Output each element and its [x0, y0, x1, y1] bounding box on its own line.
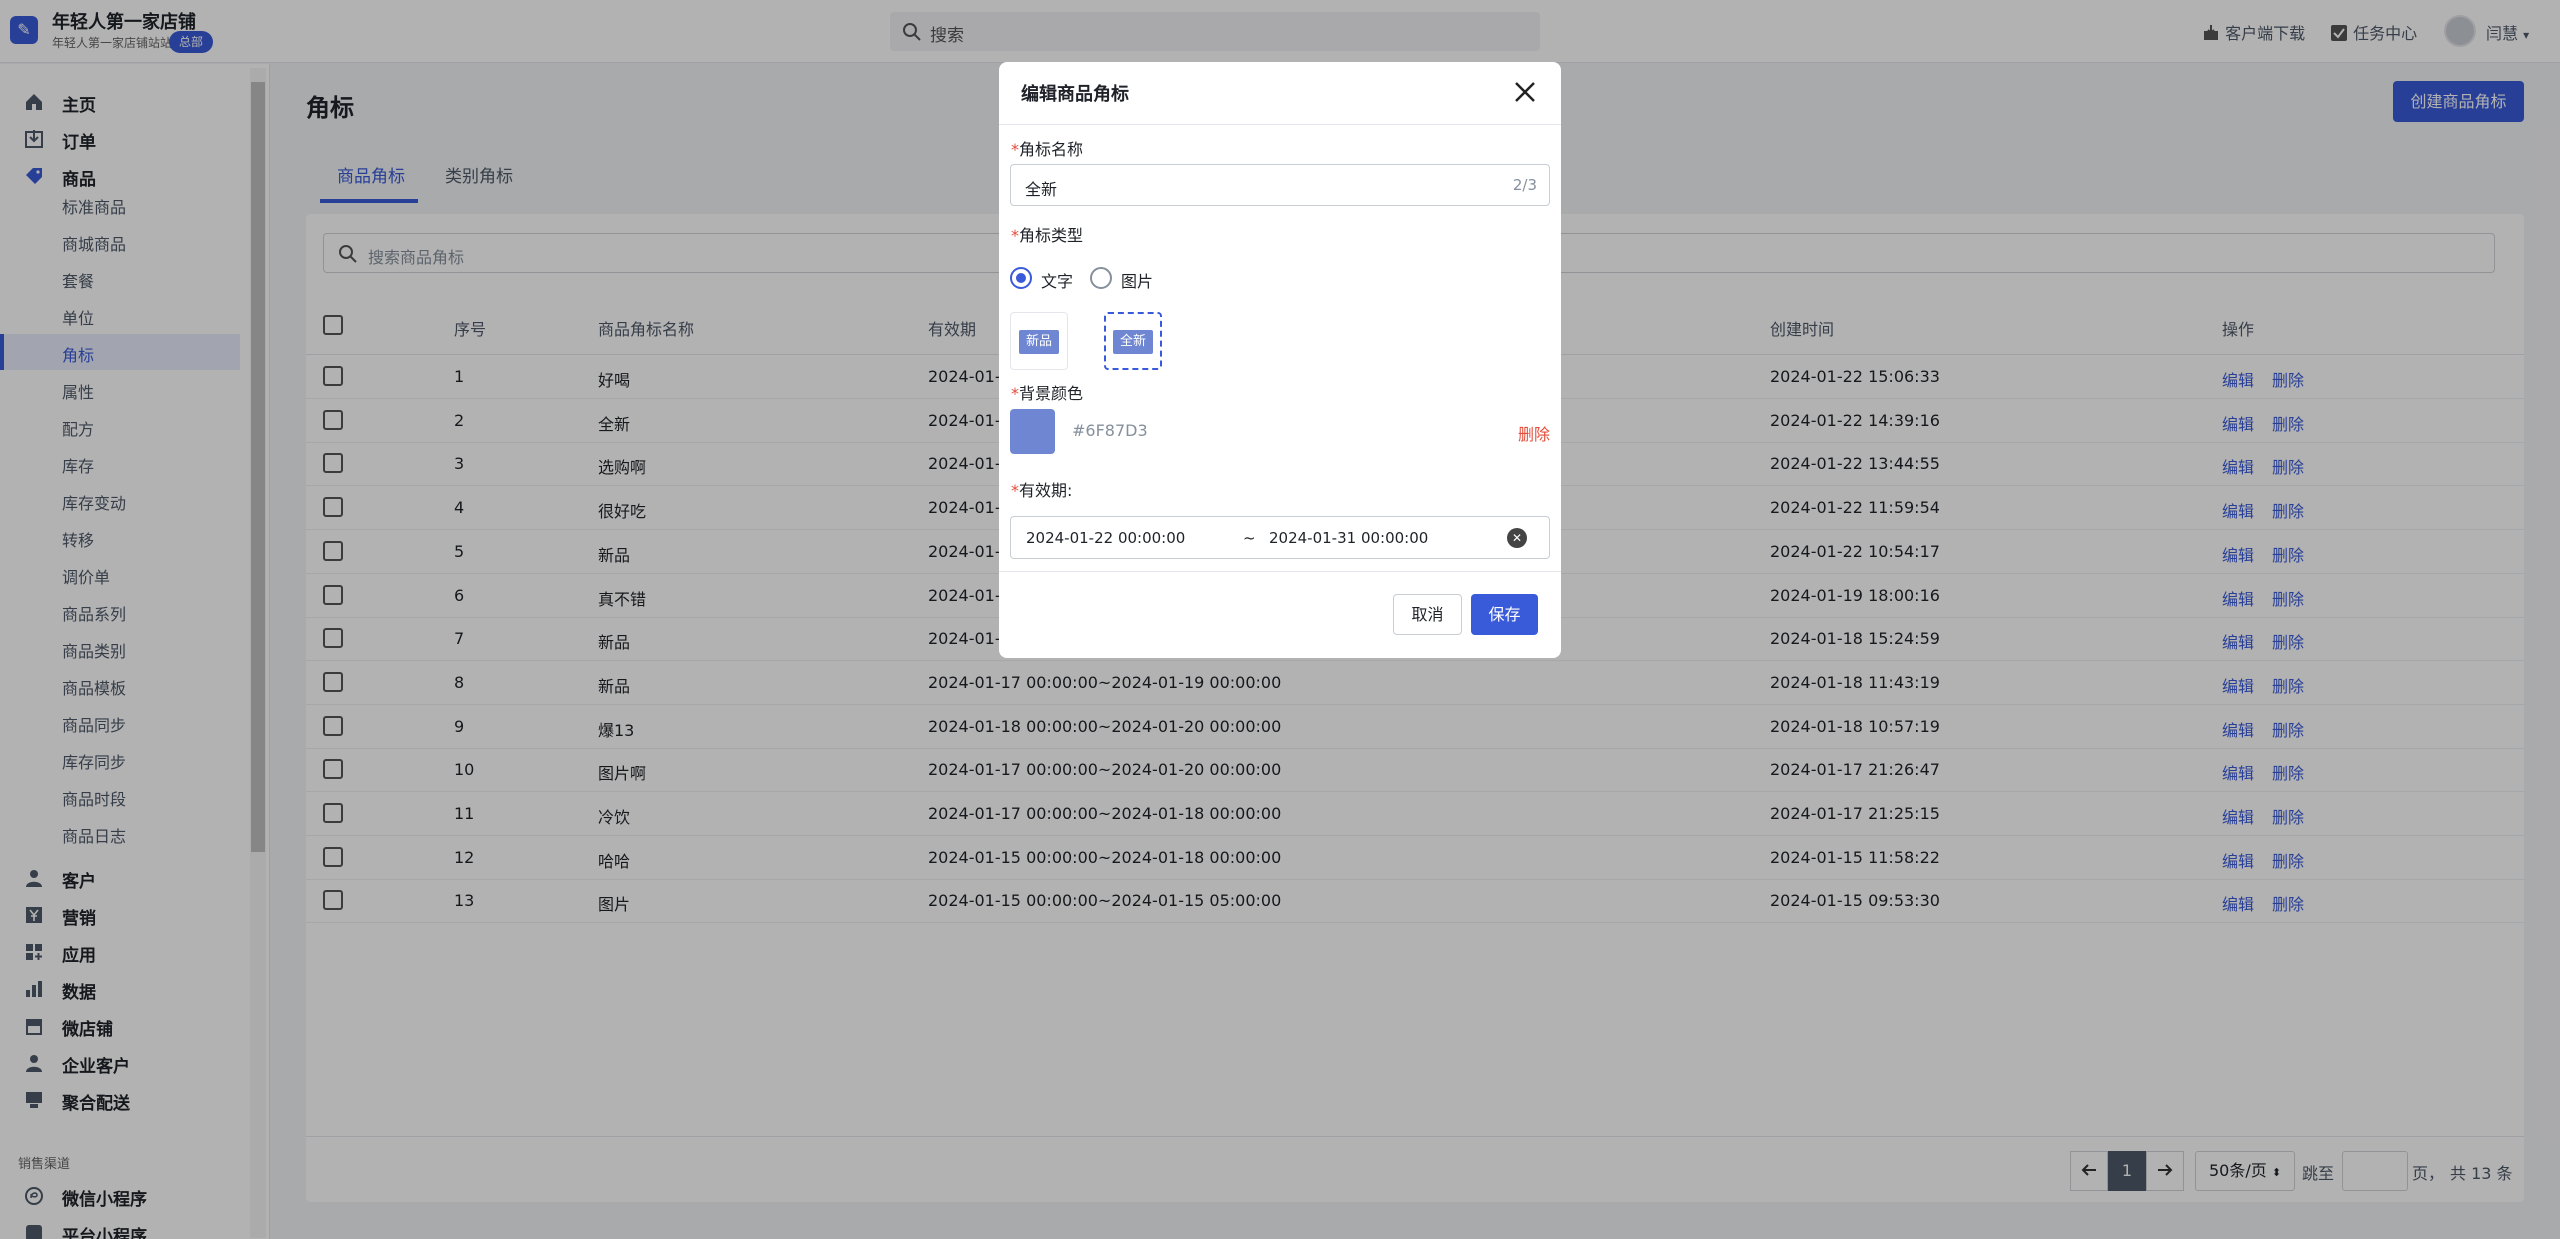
bg-color-delete-link[interactable]: 删除 — [1518, 421, 1550, 445]
badge-name-char-count: 2/3 — [1512, 176, 1537, 194]
clear-date-icon[interactable]: ✕ — [1507, 528, 1527, 548]
required-mark: * — [1011, 481, 1019, 500]
required-mark: * — [1011, 384, 1019, 403]
cancel-button[interactable]: 取消 — [1393, 594, 1462, 635]
modal-title: 编辑商品角标 — [1021, 84, 1129, 105]
preview-badge-new[interactable]: 新品 — [1010, 312, 1068, 370]
modal-footer-divider — [999, 571, 1561, 572]
bg-color-swatch[interactable] — [1010, 409, 1055, 454]
badge-name-input[interactable]: 全新 2/3 — [1010, 164, 1550, 206]
validity-label-text: 有效期: — [1019, 481, 1073, 500]
date-separator: ~ — [1243, 529, 1256, 547]
required-mark: * — [1011, 140, 1019, 159]
required-mark: * — [1011, 226, 1019, 245]
validity-date-range-input[interactable]: 2024-01-22 00:00:00 ~ 2024-01-31 00:00:0… — [1010, 516, 1550, 559]
badge-name-value: 全新 — [1025, 180, 1058, 199]
preview-badge-selected[interactable]: 全新 — [1104, 312, 1162, 370]
badge-name-label-text: 角标名称 — [1019, 140, 1084, 159]
badge-name-label: *角标名称 — [1011, 136, 1083, 160]
validity-label: *有效期: — [1011, 477, 1072, 501]
save-button[interactable]: 保存 — [1471, 594, 1538, 635]
edit-badge-modal: 编辑商品角标 *角标名称 全新 2/3 *角标类型 文字 图片 新品 全新 *背… — [999, 62, 1561, 658]
radio-type-image[interactable] — [1090, 267, 1112, 289]
preview-tag-new: 新品 — [1019, 330, 1059, 354]
date-end[interactable]: 2024-01-31 00:00:00 — [1269, 529, 1428, 547]
bg-color-label: *背景颜色 — [1011, 380, 1083, 404]
close-icon — [1515, 82, 1535, 102]
preview-tag-current: 全新 — [1113, 330, 1153, 354]
bg-color-hex: #6F87D3 — [1072, 421, 1148, 440]
modal-header-divider — [999, 124, 1561, 125]
close-button[interactable] — [1513, 80, 1537, 104]
badge-type-label-text: 角标类型 — [1019, 226, 1084, 245]
badge-type-label: *角标类型 — [1011, 222, 1083, 246]
radio-type-text[interactable] — [1010, 267, 1032, 289]
radio-type-text-label[interactable]: 文字 — [1041, 268, 1073, 292]
radio-type-image-label[interactable]: 图片 — [1121, 268, 1153, 292]
bg-color-label-text: 背景颜色 — [1019, 384, 1084, 403]
date-start[interactable]: 2024-01-22 00:00:00 — [1026, 529, 1185, 547]
